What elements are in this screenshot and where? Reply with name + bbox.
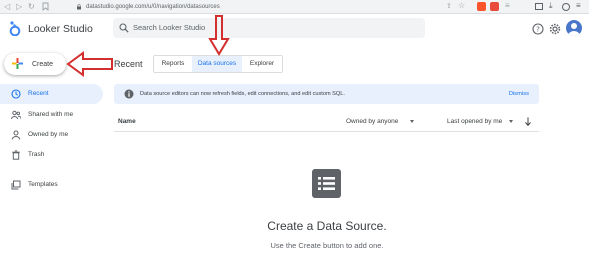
star-icon[interactable]: ☆ xyxy=(458,1,465,11)
share-icon[interactable]: ⇪ xyxy=(446,2,452,12)
avatar[interactable] xyxy=(566,20,582,36)
tab-data-sources[interactable]: Data sources xyxy=(192,56,242,72)
annotation-arrow-left-icon xyxy=(66,51,113,77)
search-placeholder: Search Looker Studio xyxy=(133,23,206,32)
chevron-down-icon xyxy=(410,120,414,123)
browser-toolbar: ◁ ▷ ↻ datastudio.google.com/u/0/navigati… xyxy=(0,0,589,14)
tab-explorer[interactable]: Explorer xyxy=(242,56,282,72)
sidebar-item-label: Trash xyxy=(28,151,45,158)
list-icon xyxy=(312,169,341,198)
dismiss-button[interactable]: Dismiss xyxy=(509,90,529,98)
create-label: Create xyxy=(32,61,54,68)
tab-reports[interactable]: Reports xyxy=(154,56,192,72)
templates-icon xyxy=(11,180,21,190)
search-icon xyxy=(119,23,129,33)
plus-icon xyxy=(12,58,23,69)
sidebar-item-trash[interactable]: Trash xyxy=(0,145,103,165)
svg-text:?: ? xyxy=(536,26,540,34)
more-icon[interactable]: ≡ xyxy=(576,1,581,11)
help-icon[interactable]: ? xyxy=(532,23,544,35)
brave-rewards-icon[interactable] xyxy=(490,2,499,11)
forward-icon[interactable]: ▷ xyxy=(16,2,22,12)
chevron-down-icon xyxy=(509,120,513,123)
app-header: Looker Studio Search Looker Studio ? xyxy=(0,14,589,44)
menu-icon[interactable]: ≡ xyxy=(505,1,510,11)
table-header: Name Owned by anyone Last opened by me xyxy=(114,112,539,132)
search-input[interactable]: Search Looker Studio xyxy=(113,18,425,38)
empty-state-title: Create a Data Source. xyxy=(267,219,387,233)
clock-icon xyxy=(11,89,21,99)
sidebar-item-label: Recent xyxy=(28,90,49,97)
info-icon xyxy=(124,89,134,99)
app-title: Looker Studio xyxy=(28,23,93,35)
tab-group: Reports Data sources Explorer xyxy=(153,55,283,73)
sidebar-item-templates[interactable]: Templates xyxy=(0,175,103,195)
lock-icon xyxy=(77,4,81,10)
sort-dropdown[interactable]: Last opened by me xyxy=(447,118,502,126)
people-icon xyxy=(11,110,21,120)
sidebar-item-owned-by-me[interactable]: Owned by me xyxy=(0,125,103,145)
back-icon[interactable]: ◁ xyxy=(4,2,10,12)
page-title: Recent xyxy=(114,59,143,69)
bookmark-icon[interactable] xyxy=(42,2,49,14)
info-banner: Data source editors can now refresh fiel… xyxy=(114,84,539,104)
column-header-name[interactable]: Name xyxy=(118,118,136,126)
brave-shield-icon[interactable] xyxy=(477,2,486,11)
reload-icon[interactable]: ↻ xyxy=(28,2,35,12)
banner-text: Data source editors can now refresh fiel… xyxy=(140,91,345,97)
create-button[interactable]: Create xyxy=(4,53,66,75)
owner-filter-dropdown[interactable]: Owned by anyone xyxy=(346,118,398,126)
sidebar-icon[interactable] xyxy=(535,3,543,10)
empty-state-subtitle: Use the Create button to add one. xyxy=(270,241,384,250)
url-text: datastudio.google.com/u/0/navigation/dat… xyxy=(86,4,220,10)
sort-direction-icon[interactable] xyxy=(525,117,531,126)
sidebar-item-label: Shared with me xyxy=(28,111,74,118)
sidebar-item-shared-with-me[interactable]: Shared with me xyxy=(0,105,103,125)
address-bar[interactable]: datastudio.google.com/u/0/navigation/dat… xyxy=(74,2,488,12)
trash-icon xyxy=(12,150,20,160)
sidebar-item-label: Templates xyxy=(28,181,58,188)
looker-studio-logo-icon[interactable] xyxy=(8,20,22,36)
profile-icon[interactable] xyxy=(562,3,570,11)
settings-icon[interactable] xyxy=(549,23,561,35)
sidebar-item-recent[interactable]: Recent xyxy=(0,84,103,104)
sidebar-item-label: Owned by me xyxy=(28,131,69,138)
person-icon xyxy=(11,130,21,140)
download-icon[interactable]: ⤓ xyxy=(549,1,553,11)
